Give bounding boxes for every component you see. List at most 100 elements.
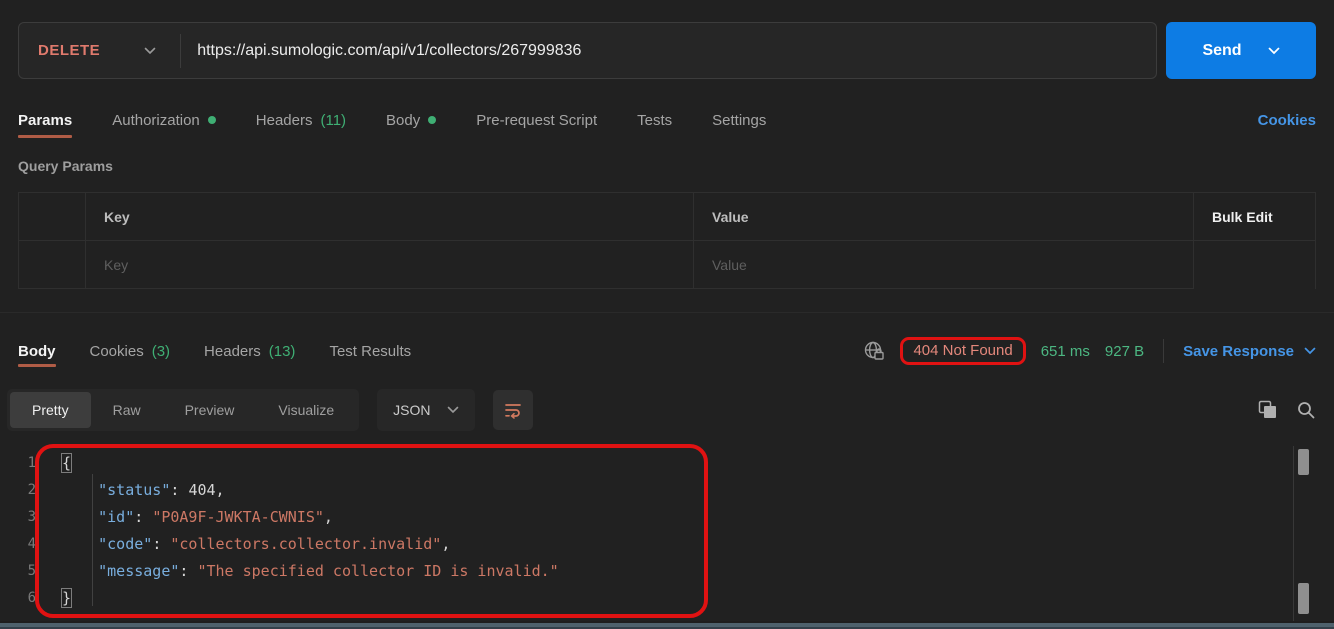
send-options-chevron-down-icon[interactable] (1268, 47, 1280, 55)
code-line: 2 "status": 404, (0, 476, 1334, 503)
response-body-editor[interactable]: 1{2 "status": 404,3 "id": "P0A9F-JWKTA-C… (0, 444, 1334, 622)
search-icon (1296, 400, 1316, 420)
url-input[interactable] (181, 23, 1156, 78)
toolbar-right (1258, 400, 1316, 420)
code-line: 1{ (0, 449, 1334, 476)
tab-pre-request-script[interactable]: Pre-request Script (476, 100, 597, 140)
response-size: 927 B (1105, 343, 1144, 360)
cookies-link[interactable]: Cookies (1258, 112, 1316, 129)
green-dot-indicator (208, 116, 216, 124)
line-number: 5 (0, 563, 62, 579)
code-text: "id": "P0A9F-JWKTA-CWNIS", (62, 508, 333, 526)
method-selector[interactable]: DELETE (19, 42, 180, 59)
response-header: Body Cookies (3) Headers (13) Test Resul… (0, 333, 1334, 369)
scrollbar-thumb[interactable] (1298, 449, 1309, 475)
scrollbar-thumb[interactable] (1298, 583, 1309, 614)
tab-body-label: Body (386, 112, 420, 129)
query-params-table: Key Value Bulk Edit (18, 192, 1316, 289)
view-preview-button[interactable]: Preview (163, 392, 257, 428)
response-tab-body[interactable]: Body (18, 333, 56, 369)
format-select-value: JSON (393, 402, 430, 418)
table-row (19, 241, 1315, 289)
headers-count-badge: (11) (320, 112, 346, 129)
postman-window: DELETE Send Params Authorization Headers (0, 0, 1334, 629)
bulk-edit-button[interactable]: Bulk Edit (1194, 193, 1315, 241)
response-tab-headers[interactable]: Headers (13) (204, 333, 295, 369)
view-pretty-button[interactable]: Pretty (10, 392, 91, 428)
status-badge: 404 Not Found (913, 342, 1012, 359)
value-input[interactable] (712, 257, 1175, 273)
request-tabs: Params Authorization Headers (11) Body P… (0, 100, 1334, 140)
key-input-cell (86, 241, 694, 289)
value-column-header: Value (694, 193, 1194, 241)
status-highlight-annotation: 404 Not Found (900, 337, 1025, 365)
code-text: "code": "collectors.collector.invalid", (62, 535, 450, 553)
response-tab-cookies-label: Cookies (90, 343, 144, 360)
code-line: 6} (0, 584, 1334, 611)
response-tab-cookies[interactable]: Cookies (3) (90, 333, 171, 369)
response-tab-body-label: Body (18, 343, 56, 360)
chevron-down-icon (1304, 347, 1316, 355)
copy-response-button[interactable] (1258, 400, 1278, 420)
send-button-label: Send (1202, 42, 1241, 60)
search-response-button[interactable] (1296, 400, 1316, 420)
response-tab-test-results-label: Test Results (329, 343, 411, 360)
line-number: 1 (0, 455, 62, 471)
key-input[interactable] (104, 257, 675, 273)
key-column-header: Key (86, 193, 694, 241)
tab-pre-request-script-label: Pre-request Script (476, 112, 597, 129)
table-header-row: Key Value Bulk Edit (19, 193, 1315, 241)
chevron-down-icon (144, 47, 156, 55)
url-bar: DELETE (18, 22, 1157, 79)
tab-params-label: Params (18, 112, 72, 129)
tab-headers-label: Headers (256, 112, 313, 129)
query-params-title: Query Params (18, 158, 1316, 178)
view-mode-switch: Pretty Raw Preview Visualize (7, 389, 359, 431)
section-divider (0, 312, 1334, 313)
response-tab-test-results[interactable]: Test Results (329, 333, 411, 369)
code-line: 3 "id": "P0A9F-JWKTA-CWNIS", (0, 503, 1334, 530)
code-text: "status": 404, (62, 481, 225, 499)
window-bottom-edge (0, 621, 1334, 629)
response-headers-count-badge: (13) (269, 343, 296, 360)
save-response-button[interactable]: Save Response (1183, 343, 1316, 360)
chevron-down-icon (447, 406, 459, 414)
tab-settings[interactable]: Settings (712, 100, 766, 140)
save-response-label: Save Response (1183, 343, 1294, 360)
code-line: 5 "message": "The specified collector ID… (0, 557, 1334, 584)
response-tab-headers-label: Headers (204, 343, 261, 360)
code-lines: 1{2 "status": 404,3 "id": "P0A9F-JWKTA-C… (0, 444, 1334, 611)
copy-icon (1258, 400, 1278, 420)
view-raw-button[interactable]: Raw (91, 392, 163, 428)
format-select[interactable]: JSON (377, 389, 474, 431)
row-select-cell (19, 241, 86, 289)
send-button[interactable]: Send (1166, 22, 1316, 79)
tab-tests-label: Tests (637, 112, 672, 129)
view-visualize-button[interactable]: Visualize (256, 392, 356, 428)
code-text: { (62, 454, 71, 472)
globe-lock-icon[interactable] (863, 340, 885, 362)
value-input-cell (694, 241, 1194, 289)
tab-tests[interactable]: Tests (637, 100, 672, 140)
cookies-count-badge: (3) (152, 343, 170, 360)
divider (1163, 339, 1164, 363)
line-number: 4 (0, 536, 62, 552)
indent-guide (92, 474, 93, 606)
code-line: 4 "code": "collectors.collector.invalid"… (0, 530, 1334, 557)
response-meta: 404 Not Found 651 ms 927 B Save Response (863, 337, 1316, 365)
tab-body[interactable]: Body (386, 100, 436, 140)
empty-cell (1194, 241, 1315, 289)
tab-settings-label: Settings (712, 112, 766, 129)
line-number: 6 (0, 590, 62, 606)
code-text: "message": "The specified collector ID i… (62, 562, 559, 580)
wrap-text-button[interactable] (493, 390, 533, 430)
panel-divider (1293, 446, 1294, 622)
tab-authorization-label: Authorization (112, 112, 200, 129)
wrap-text-icon (503, 401, 523, 419)
request-url-row: DELETE Send (0, 0, 1334, 79)
tab-params[interactable]: Params (18, 100, 72, 140)
tab-authorization[interactable]: Authorization (112, 100, 216, 140)
tab-headers[interactable]: Headers (11) (256, 100, 346, 140)
code-text: } (62, 589, 71, 607)
response-toolbar: Pretty Raw Preview Visualize JSON (0, 387, 1334, 433)
